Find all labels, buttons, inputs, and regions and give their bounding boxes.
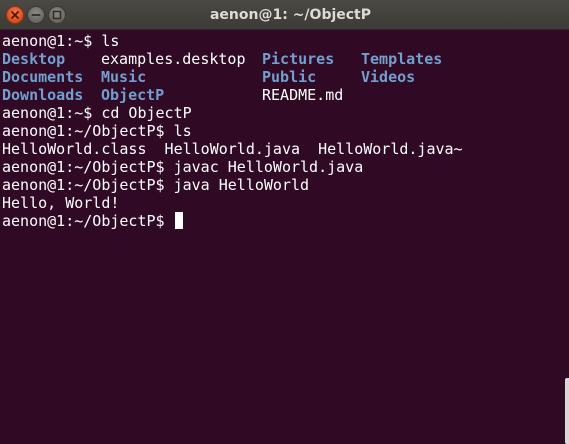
- command-text: javac HelloWorld.java: [173, 158, 364, 176]
- terminal-window: aenon@1: ~/ObjectP aenon@1:~$ ls Desktop e…: [0, 0, 569, 444]
- window-title: aenon@1: ~/ObjectP: [209, 7, 372, 23]
- ls-listing-row: Documents Music Public Videos: [2, 68, 562, 86]
- directory-entry: Desktop: [2, 50, 66, 68]
- command-text: ls: [173, 122, 192, 140]
- prompt: aenon@1:~/ObjectP$: [2, 176, 174, 194]
- command-text: cd ObjectP: [101, 104, 192, 122]
- directory-entry: Music: [101, 68, 147, 86]
- command-text: ls: [101, 32, 120, 50]
- ls-listing-row: Downloads ObjectP README.md: [2, 86, 562, 104]
- prompt: aenon@1:~$: [2, 104, 102, 122]
- output-text: Hello, World!: [2, 194, 120, 212]
- output-text: HelloWorld.class HelloWorld.java HelloWo…: [2, 140, 463, 158]
- prompt: aenon@1:~/ObjectP$: [2, 158, 174, 176]
- prompt-line: aenon@1:~$ ls: [2, 32, 562, 50]
- text-cursor: [174, 212, 183, 229]
- prompt-line: aenon@1:~/ObjectP$ java HelloWorld: [2, 176, 562, 194]
- ls-listing-row: Desktop examples.desktop Pictures Templates: [2, 50, 562, 68]
- output-line: HelloWorld.class HelloWorld.java HelloWo…: [2, 140, 562, 158]
- file-entry: README.md: [262, 86, 344, 104]
- directory-entry: Public: [262, 68, 317, 86]
- prompt-line: aenon@1:~$ cd ObjectP: [2, 104, 562, 122]
- prompt-line: aenon@1:~/ObjectP$ javac HelloWorld.java: [2, 158, 562, 176]
- directory-entry: Pictures: [262, 50, 335, 68]
- output-line: Hello, World!: [2, 194, 562, 212]
- terminal-output[interactable]: aenon@1:~$ ls Desktop examples.desktop Pict…: [2, 32, 562, 442]
- directory-entry: Documents: [2, 68, 84, 86]
- file-entry: examples.desktop: [101, 50, 246, 68]
- command-text: java HelloWorld: [173, 176, 310, 194]
- prompt-line: aenon@1:~/ObjectP$ ls: [2, 122, 562, 140]
- prompt-line: aenon@1:~/ObjectP$: [2, 212, 562, 230]
- prompt: aenon@1:~/ObjectP$: [2, 212, 174, 230]
- directory-entry: ObjectP: [101, 86, 165, 104]
- directory-entry: Videos: [361, 68, 416, 86]
- directory-entry: Templates: [361, 50, 443, 68]
- directory-entry: Downloads: [2, 86, 84, 104]
- prompt: aenon@1:~/ObjectP$: [2, 122, 174, 140]
- prompt: aenon@1:~$: [2, 32, 102, 50]
- scrollbar[interactable]: [565, 378, 569, 444]
- title-bar[interactable]: aenon@1: ~/ObjectP: [0, 0, 569, 30]
